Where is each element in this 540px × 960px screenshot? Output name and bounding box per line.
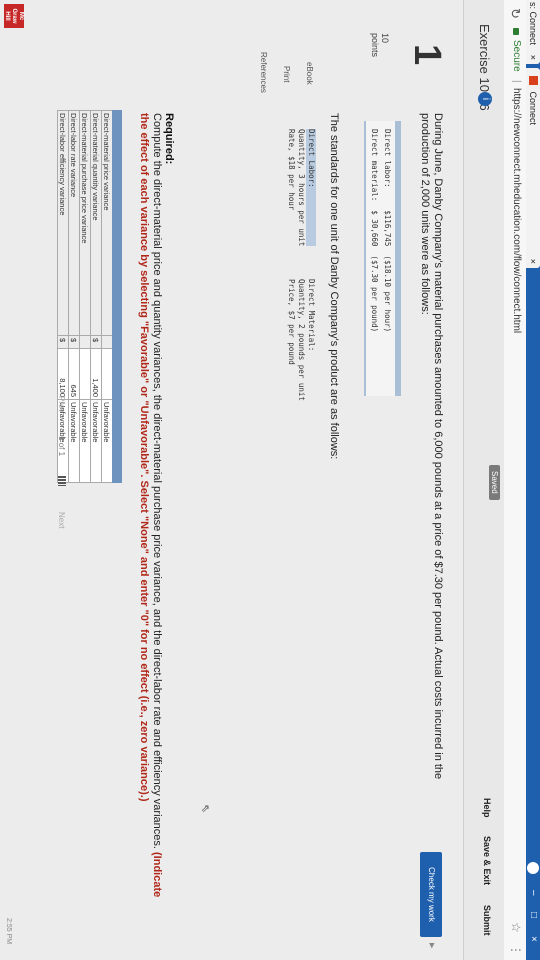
table-row: Direct-labor rate variance $ 645 Unfavor… xyxy=(68,110,80,483)
table-row: Direct-material quantity variance $ 1,40… xyxy=(90,110,102,483)
std-material-line: Quantity, 2 pounds per unit xyxy=(297,279,306,401)
std-material-heading: Direct Material: xyxy=(307,279,316,352)
points-box: 10 points xyxy=(370,33,390,57)
points-label: points xyxy=(370,33,380,58)
tab-title: Connect xyxy=(528,91,538,126)
std-labor-line: Quantity, 3 hours per unit xyxy=(297,129,306,247)
ebook-link[interactable]: eBook xyxy=(305,62,314,85)
effect-select[interactable]: Unfavorable xyxy=(68,399,80,483)
dollar-sign: $ xyxy=(90,335,102,349)
standards-intro: The standards for one unit of Danby Comp… xyxy=(328,113,340,460)
std-labor-block: Direct Labor: Quantity, 3 hours per unit… xyxy=(286,129,316,247)
close-icon[interactable]: × xyxy=(526,259,540,264)
next-button[interactable]: Next xyxy=(57,512,66,528)
submit-link[interactable]: Submit xyxy=(482,905,492,936)
amount-input[interactable]: 645 xyxy=(68,348,80,400)
rotated-screen: s: Connect × Connect × – □ × ↻ Secure | … xyxy=(0,0,540,960)
close-window-icon[interactable]: × xyxy=(526,936,540,942)
info-icon[interactable]: i xyxy=(478,92,492,106)
page-current: 1 xyxy=(57,436,66,441)
page-indicator: 1 of 1 xyxy=(57,436,66,456)
amount-input[interactable]: 8,100 xyxy=(57,348,69,400)
profile-avatar-icon[interactable] xyxy=(527,862,539,874)
variance-label: Direct-material quantity variance xyxy=(90,110,102,336)
required-section: Required: Compute the direct-material pr… xyxy=(137,113,175,913)
check-my-work-button[interactable]: Check my work xyxy=(420,852,442,937)
required-heading: Required: xyxy=(163,113,175,165)
table-row: Direct-material purchase price variance … xyxy=(79,110,91,483)
saved-badge: Saved xyxy=(489,465,500,500)
lock-icon xyxy=(513,28,519,35)
actual-cost-line: Direct labor: $116,745 ($18.10 per hour) xyxy=(383,129,392,333)
variance-label: Direct-material price variance xyxy=(101,110,113,336)
browser-tab-strip: s: Connect × Connect × – □ × xyxy=(526,0,540,960)
variance-label: Direct-material purchase price variance xyxy=(79,110,91,336)
bookmark-star-icon[interactable]: ☆ xyxy=(509,922,523,933)
url-field[interactable]: https://newconnect.mheducation.com/flow/… xyxy=(511,88,522,333)
dollar-sign xyxy=(101,335,113,349)
secure-label: Secure xyxy=(511,40,522,72)
help-link[interactable]: Help xyxy=(482,798,492,818)
effect-select[interactable]: Unfavorable xyxy=(101,399,113,483)
address-bar: ↻ Secure | https://newconnect.mheducatio… xyxy=(503,0,526,960)
table-row: Direct-labor efficiency variance $ 8,100… xyxy=(57,110,69,483)
save-exit-link[interactable]: Save & Exit xyxy=(482,836,492,885)
browser-tab[interactable]: s: Connect × xyxy=(526,0,540,64)
std-material-line: Price, $7 per pound xyxy=(287,279,296,365)
browser-tab-active[interactable]: Connect × xyxy=(526,68,540,268)
maximize-icon[interactable]: □ xyxy=(526,912,540,918)
grid-icon[interactable] xyxy=(58,476,66,486)
question-intro: During June, Danby Company's material pu… xyxy=(419,113,444,780)
app-header: Exercise 10-26 i Saved Help Save & Exit … xyxy=(463,0,504,960)
actual-cost-line: Direct material: $ 30,660 ($7.30 per pou… xyxy=(370,129,379,333)
print-link[interactable]: Print xyxy=(282,66,291,82)
mcgraw-hill-logo: Mc Graw Hill xyxy=(4,4,24,28)
dollar-sign: $ xyxy=(68,335,80,349)
references-link[interactable]: References xyxy=(259,52,268,93)
minimize-icon[interactable]: – xyxy=(526,890,540,896)
url-separator: | xyxy=(511,80,522,83)
variance-label: Direct-labor rate variance xyxy=(68,110,80,336)
page-total: 1 xyxy=(57,451,66,457)
points-value: 10 xyxy=(380,33,390,44)
table-header-row xyxy=(112,110,122,483)
variance-label: Direct-labor efficiency variance xyxy=(57,110,69,336)
actual-costs-box: Direct labor: $116,745 ($18.10 per hour)… xyxy=(364,121,401,396)
dollar-sign: $ xyxy=(57,335,69,349)
amount-input[interactable] xyxy=(79,348,91,400)
question-number: 1 xyxy=(406,44,448,66)
effect-select[interactable]: Unfavorable xyxy=(79,399,91,483)
std-material-block: Direct Material: Quantity, 2 pounds per … xyxy=(286,279,316,401)
std-labor-line: Rate, $18 per hour xyxy=(287,129,296,211)
std-labor-heading: Direct Labor: xyxy=(306,129,316,247)
dollar-sign xyxy=(79,335,91,349)
clock: 2:55 PM xyxy=(5,918,12,945)
scroll-right-icon[interactable]: ▶ xyxy=(428,943,436,948)
close-icon[interactable]: × xyxy=(526,55,540,60)
favicon-icon xyxy=(529,76,538,85)
effect-select[interactable]: Unfavorable xyxy=(90,399,102,483)
browser-menu-icon[interactable]: ⋮ xyxy=(509,944,523,956)
reload-icon[interactable]: ↻ xyxy=(507,8,523,19)
mouse-cursor-icon: ⇖ xyxy=(199,804,211,814)
page-of: of xyxy=(57,442,66,450)
tab-title: s: Connect xyxy=(528,2,538,46)
required-instructions: Compute the direct-material price and qu… xyxy=(151,113,163,849)
required-text: Compute the direct-material price and qu… xyxy=(137,113,163,913)
table-row: Direct-material price variance Unfavorab… xyxy=(101,110,113,483)
prev-button[interactable]: Prev xyxy=(57,396,66,412)
amount-input[interactable]: 1,400 xyxy=(90,348,102,400)
amount-input[interactable] xyxy=(101,348,113,400)
answer-table: Direct-material price variance Unfavorab… xyxy=(57,110,122,483)
